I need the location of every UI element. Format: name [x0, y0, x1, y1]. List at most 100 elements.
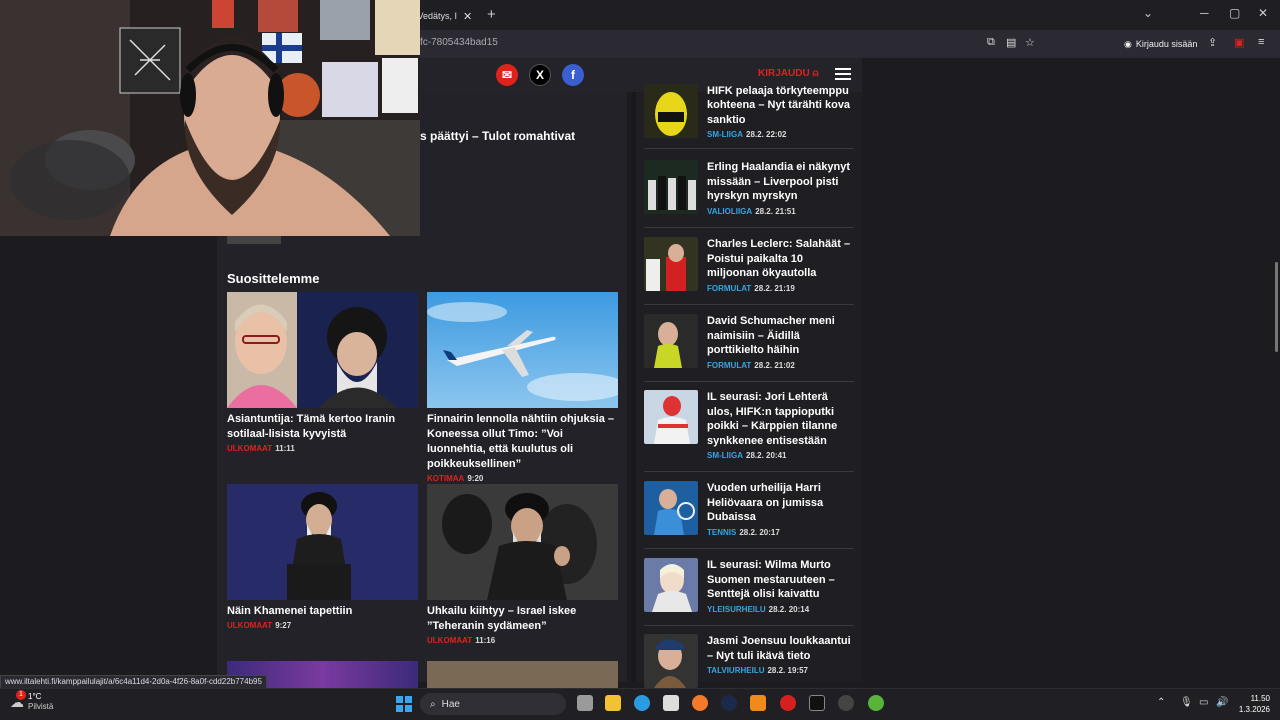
article-card[interactable]: Näin Khamenei tapettiin ULKOMAAT 9:27 [227, 484, 418, 630]
reader-view-icon[interactable]: ▤ [1006, 36, 1016, 49]
page-scrollbar[interactable] [1275, 262, 1278, 352]
sidebar-title: IL seurasi: Jori Lehterä ulos, HIFK:n ta… [707, 391, 838, 447]
app-icon[interactable] [868, 695, 884, 711]
bookmark-star-icon[interactable]: ☆ [1025, 36, 1035, 49]
divider [644, 625, 854, 626]
article-image-partial[interactable] [427, 661, 618, 688]
taskbar-clock[interactable]: 11.50 1.3.2026 [1236, 693, 1270, 715]
article-card[interactable]: Uhkailu kiihtyy – Israel iskee ”Teherani… [427, 484, 618, 645]
sidebar-thumb [644, 390, 698, 444]
share-facebook-icon[interactable]: f [562, 64, 584, 86]
section-title: Suosittelemme [227, 271, 320, 286]
article-image [427, 484, 618, 600]
search-icon: ⌕ [430, 698, 436, 710]
taskbar-search[interactable]: ⌕ Hae [420, 693, 566, 715]
windows-start-icon[interactable] [396, 696, 412, 712]
weather-widget[interactable]: ☁ 1 1°C Pilvistä [10, 689, 54, 712]
share-x-icon[interactable]: X [529, 64, 551, 86]
category-label: ULKOMAAT [427, 636, 473, 645]
hamburger-menu-icon[interactable] [835, 68, 851, 80]
opera-icon[interactable] [780, 695, 796, 711]
category-label: ULKOMAAT [227, 621, 273, 630]
timestamp: 28.2. 20:14 [768, 604, 810, 614]
screenshot-icon[interactable]: ⧉ [987, 36, 995, 49]
weather-desc: Pilvistä [28, 702, 54, 711]
weather-badge: 1 [16, 689, 26, 700]
divider [644, 381, 854, 382]
sidebar-thumb [644, 314, 698, 368]
divider [644, 471, 854, 472]
sidebar-title: Jasmi Joensuu loukkaantui – Nyt tuli ikä… [707, 635, 851, 662]
new-tab-button[interactable]: + [487, 6, 496, 23]
category-label: VALIOLIIGA [707, 206, 753, 216]
search-placeholder: Hae [441, 698, 460, 710]
sidebar-title: David Schumacher meni naimisiin – Äidill… [707, 315, 835, 356]
timestamp: 28.2. 20:17 [739, 527, 780, 537]
sidebar-title: IL seurasi: Wilma Murto Suomen mestaruut… [707, 559, 835, 600]
address-bar[interactable]: fc-7805434bad15 [420, 37, 498, 48]
article-meta: KOTIMAA 9:20 [427, 474, 618, 483]
category-label: TENNIS [707, 527, 737, 537]
obs-icon[interactable] [838, 695, 854, 711]
divider [644, 227, 854, 228]
extensions-icon[interactable]: ⇪ [1208, 36, 1217, 49]
store-icon[interactable] [663, 695, 679, 711]
article-card[interactable]: Finnairin lennolla nähtiin ohjuksia – Ko… [427, 292, 618, 483]
firefox-icon[interactable] [692, 695, 708, 711]
timestamp: 11:16 [475, 636, 496, 645]
article-headline[interactable]: s päättyi – Tulot romahtivat [420, 129, 575, 143]
timestamp: 28.2. 21:02 [754, 360, 795, 370]
article-image [227, 484, 418, 600]
sidebar-title: HIFK pelaaja törkyteemppu kohteena – Nyt… [707, 84, 851, 126]
timestamp: 28.2. 21:19 [754, 283, 795, 293]
article-card[interactable]: Asiantuntija: Tämä kertoo Iranin sotilaa… [227, 292, 418, 453]
menu-icon[interactable]: ≡ [1258, 36, 1264, 48]
article-title: Finnairin lennolla nähtiin ohjuksia – Ko… [427, 413, 615, 470]
volume-icon[interactable]: 🔊 [1216, 697, 1228, 708]
microphone-icon[interactable]: 🎙 [1180, 697, 1193, 708]
sidebar-title: Charles Leclerc: Salahäät – Poistui paik… [707, 238, 851, 279]
sign-in-button[interactable]: ◉ Kirjaudu sisään [1124, 34, 1197, 54]
addon-icon[interactable]: ▣ [1234, 36, 1244, 49]
divider [644, 304, 854, 305]
article-meta: ULKOMAAT 11:16 [427, 636, 618, 645]
divider [644, 548, 854, 549]
tray-chevron-icon[interactable]: ⌃ [1157, 697, 1165, 708]
category-label: SM-LIIGA [707, 130, 743, 139]
category-label: SM-LIIGA [707, 451, 743, 460]
article-meta: ULKOMAAT 9:27 [227, 621, 418, 630]
steam-icon[interactable] [721, 695, 737, 711]
sidebar-thumb [644, 558, 698, 612]
sidebar-thumb [644, 84, 698, 138]
browser-tab[interactable]: a Vedätys, I ✕ [410, 4, 480, 28]
edge-icon[interactable] [634, 695, 650, 711]
tab-close-icon[interactable]: ✕ [463, 10, 472, 23]
network-icon[interactable]: ▭ [1199, 697, 1208, 708]
task-view-icon[interactable] [577, 695, 593, 711]
terminal-icon[interactable] [809, 695, 825, 711]
category-label: FORMULAT [707, 360, 752, 370]
timestamp: 28.2. 20:41 [746, 451, 787, 460]
category-label: ULKOMAAT [227, 444, 273, 453]
timestamp: 9:27 [275, 621, 292, 630]
article-image [227, 292, 418, 408]
category-label: TALVIURHEILU [707, 666, 765, 675]
sidebar-thumb [644, 160, 698, 214]
article-title: Asiantuntija: Tämä kertoo Iranin sotilaa… [227, 413, 396, 440]
file-explorer-icon[interactable] [605, 695, 621, 711]
close-window-button[interactable]: ✕ [1258, 6, 1268, 20]
maximize-button[interactable]: ▢ [1229, 6, 1240, 20]
vlc-icon[interactable] [750, 695, 766, 711]
account-icon: ◉ [1124, 38, 1132, 49]
category-label: YLEISURHEILU [707, 604, 766, 614]
chevron-down-icon[interactable]: ⌄ [1143, 6, 1153, 20]
sidebar-title: Vuoden urheilija Harri Heliövaara on jum… [707, 482, 824, 523]
share-email-icon[interactable]: ✉ [496, 64, 518, 86]
timestamp: 28.2. 22:02 [746, 130, 787, 139]
clock-date: 1.3.2026 [1238, 705, 1270, 714]
cloud-icon: ☁ 1 [10, 689, 26, 710]
timestamp: 28.2. 19:57 [767, 666, 808, 675]
minimize-button[interactable]: ─ [1200, 6, 1209, 20]
login-link[interactable]: KIRJAUDU ⍝ [758, 68, 818, 79]
timestamp: 11:11 [275, 444, 295, 453]
